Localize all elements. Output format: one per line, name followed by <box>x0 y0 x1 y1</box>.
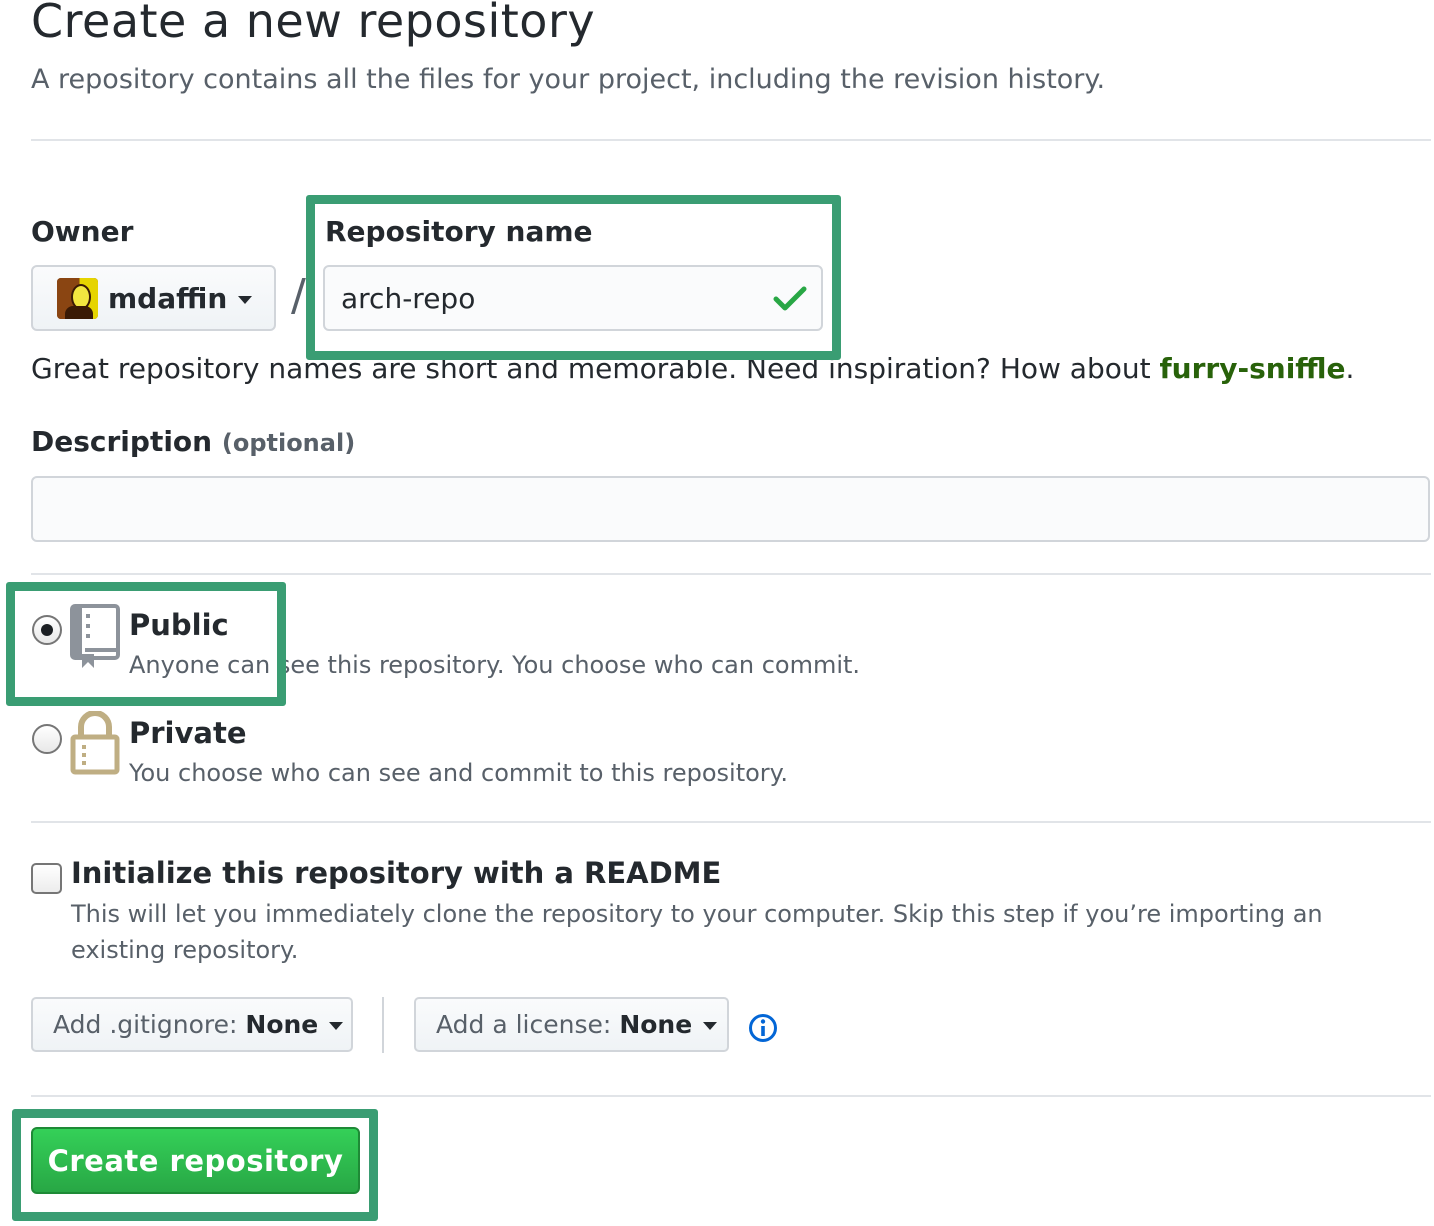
repository-name-helper: Great repository names are short and mem… <box>31 352 1354 385</box>
header-divider <box>31 139 1431 141</box>
owner-dropdown[interactable]: mdaffin <box>31 265 276 331</box>
readme-checkbox[interactable] <box>31 863 62 894</box>
gitignore-dropdown[interactable]: Add .gitignore: None <box>31 997 353 1052</box>
info-icon[interactable] <box>748 1013 778 1043</box>
public-description: Anyone can see this repository. You choo… <box>129 651 861 679</box>
gitignore-value: None <box>245 1010 319 1039</box>
name-suggestion-link[interactable]: furry-sniffle <box>1160 352 1346 385</box>
readme-title: Initialize this repository with a README <box>71 856 722 890</box>
lock-icon <box>70 711 120 775</box>
license-label: Add a license: <box>436 1010 612 1039</box>
description-label: Description (optional) <box>31 425 355 458</box>
footer-divider <box>31 1095 1431 1097</box>
public-radio[interactable] <box>32 615 62 645</box>
license-value: None <box>619 1010 693 1039</box>
description-label-text: Description <box>31 425 213 458</box>
license-dropdown[interactable]: Add a license: None <box>414 997 729 1052</box>
page-subtitle: A repository contains all the files for … <box>31 64 1106 95</box>
helper-period: . <box>1345 352 1355 385</box>
page-title: Create a new repository <box>31 0 596 48</box>
caret-down-icon <box>703 1022 718 1030</box>
helper-text: Great repository names are short and mem… <box>31 352 1160 385</box>
repository-name-label: Repository name <box>325 215 593 248</box>
private-title: Private <box>129 716 247 750</box>
description-input[interactable] <box>31 476 1430 542</box>
owner-label: Owner <box>31 215 134 248</box>
gitignore-label: Add .gitignore: <box>53 1010 238 1039</box>
repository-name-input[interactable] <box>323 265 823 331</box>
optional-tag: (optional) <box>221 429 356 457</box>
repo-book-icon <box>70 604 120 668</box>
private-description: You choose who can see and commit to thi… <box>129 759 789 787</box>
avatar <box>57 277 98 319</box>
description-divider <box>31 573 1431 575</box>
caret-down-icon <box>238 295 253 304</box>
checkmark-icon <box>773 286 807 311</box>
visibility-divider <box>31 821 1431 823</box>
create-repository-button[interactable]: Create repository <box>31 1127 360 1194</box>
readme-description: This will let you immediately clone the … <box>71 900 1323 964</box>
private-radio[interactable] <box>32 724 62 754</box>
caret-down-icon <box>329 1022 344 1030</box>
owner-repo-separator: / <box>291 270 306 321</box>
public-title: Public <box>129 608 229 642</box>
owner-name: mdaffin <box>108 281 228 315</box>
dropdown-separator <box>382 997 384 1053</box>
